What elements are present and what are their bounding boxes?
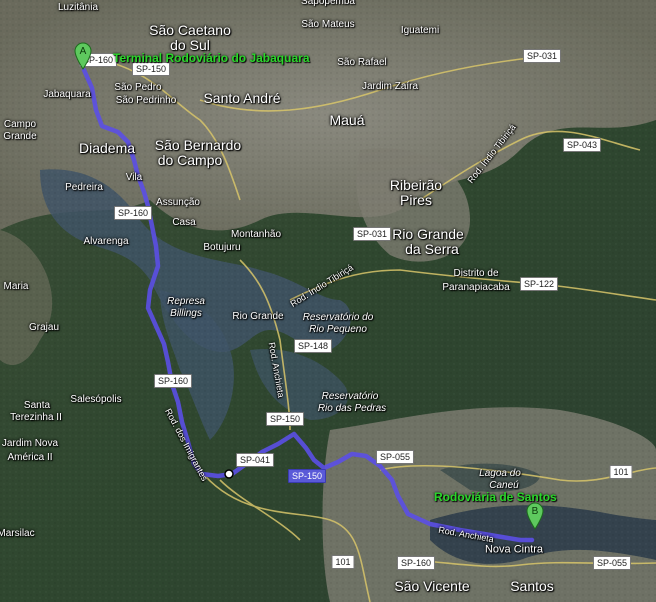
place-label[interactable]: Jardim Zaíra <box>362 82 418 92</box>
water-body-label: Rio das Pedras <box>317 403 387 414</box>
road-shield[interactable]: SP-160 <box>396 556 436 570</box>
place-label[interactable]: Assunção <box>156 198 200 208</box>
place-label[interactable]: Terezinha II <box>10 413 62 423</box>
place-label[interactable]: Montanhão <box>231 230 281 240</box>
road-shield[interactable]: SP-031 <box>522 49 562 63</box>
road-shield[interactable]: SP-043 <box>562 138 602 152</box>
place-label[interactable]: Iguatemi <box>401 26 439 36</box>
map-terrain <box>0 0 656 602</box>
road-shield[interactable]: SP-160 <box>153 374 193 388</box>
svg-text:A: A <box>80 46 87 57</box>
place-label[interactable]: Alvarenga <box>83 237 128 247</box>
place-label[interactable]: São Mateus <box>301 20 354 30</box>
road-shield[interactable]: 101 <box>609 465 633 479</box>
place-label[interactable]: São Pedro <box>114 83 161 93</box>
place-label[interactable]: Salesópolis <box>70 395 121 405</box>
place-label[interactable]: América II <box>7 453 52 463</box>
place-label[interactable]: Paranapiacaba <box>442 283 509 293</box>
road-shield[interactable]: SP-148 <box>293 339 333 353</box>
place-label[interactable]: Mauá <box>329 113 364 127</box>
water-body-label: Reservatório do <box>302 312 374 323</box>
place-label[interactable]: Botujuru <box>203 243 240 253</box>
place-label[interactable]: São Bernardo <box>155 138 241 152</box>
place-label[interactable]: Rio Grande <box>392 227 464 241</box>
waypoint-dot[interactable] <box>224 469 234 479</box>
place-label[interactable]: Pedreira <box>65 183 103 193</box>
place-label[interactable]: da Serra <box>405 242 459 256</box>
place-label[interactable]: Sapopemba <box>301 0 355 7</box>
start-marker-icon[interactable]: A <box>74 42 92 70</box>
place-label[interactable]: Casa <box>172 218 195 228</box>
road-shield[interactable]: SP-160 <box>113 206 153 220</box>
road-shield[interactable]: 101 <box>331 555 355 569</box>
road-shield[interactable]: SP-122 <box>519 277 559 291</box>
place-label[interactable]: Jardim Nova <box>2 439 58 449</box>
place-label[interactable]: Vila <box>126 173 143 183</box>
place-label[interactable]: São Vicente <box>394 579 469 593</box>
place-label[interactable]: Grande <box>3 132 36 142</box>
place-label[interactable]: Marsilac <box>0 529 35 539</box>
end-marker-icon[interactable]: B <box>526 502 544 530</box>
place-label[interactable]: Santos <box>510 579 554 593</box>
place-label[interactable]: Rio Grande <box>232 312 283 322</box>
place-label[interactable]: Jabaquara <box>43 90 90 100</box>
place-label[interactable]: Luzitânia <box>58 3 98 13</box>
place-label[interactable]: do Campo <box>158 153 223 167</box>
water-body-label: Rio Pequeno <box>309 324 367 335</box>
road-shield[interactable]: SP-031 <box>352 227 392 241</box>
water-body-label: Billings <box>170 308 202 319</box>
place-label[interactable]: São Caetano <box>149 23 231 37</box>
place-label[interactable]: Santo André <box>203 91 280 105</box>
svg-text:B: B <box>532 506 539 517</box>
place-label[interactable]: Pires <box>400 193 432 207</box>
place-label[interactable]: Nova Cintra <box>485 544 543 556</box>
place-label[interactable]: Distrito de <box>453 269 498 279</box>
place-label[interactable]: São Rafael <box>337 58 386 68</box>
road-shield[interactable]: SP-150 <box>265 412 305 426</box>
place-label[interactable]: Ribeirão <box>390 178 442 192</box>
water-body-label: Reservatório <box>321 391 379 402</box>
water-body-label: Represa <box>167 296 205 307</box>
road-shield[interactable]: SP-055 <box>592 556 632 570</box>
place-label[interactable]: Maria <box>3 282 28 292</box>
start-location-label[interactable]: Terminal Rodoviário do Jabaquara <box>113 51 310 65</box>
end-location-label[interactable]: Rodoviária de Santos <box>434 490 557 504</box>
road-shield[interactable]: SP-055 <box>375 450 415 464</box>
road-shield[interactable]: SP-041 <box>235 453 275 467</box>
place-label[interactable]: Diadema <box>79 141 135 155</box>
water-body-label: Lagoa do <box>479 468 521 479</box>
place-label[interactable]: Campo <box>4 120 36 130</box>
place-label[interactable]: São Pedrinho <box>116 96 177 106</box>
place-label[interactable]: do Sul <box>170 38 210 52</box>
road-shield[interactable]: SP-150 <box>287 469 327 483</box>
place-label[interactable]: Santa <box>24 401 50 411</box>
place-label[interactable]: Grajau <box>29 323 59 333</box>
map-view[interactable]: Luzitânia São Caetano do Sul Sapopemba São M… <box>0 0 656 602</box>
